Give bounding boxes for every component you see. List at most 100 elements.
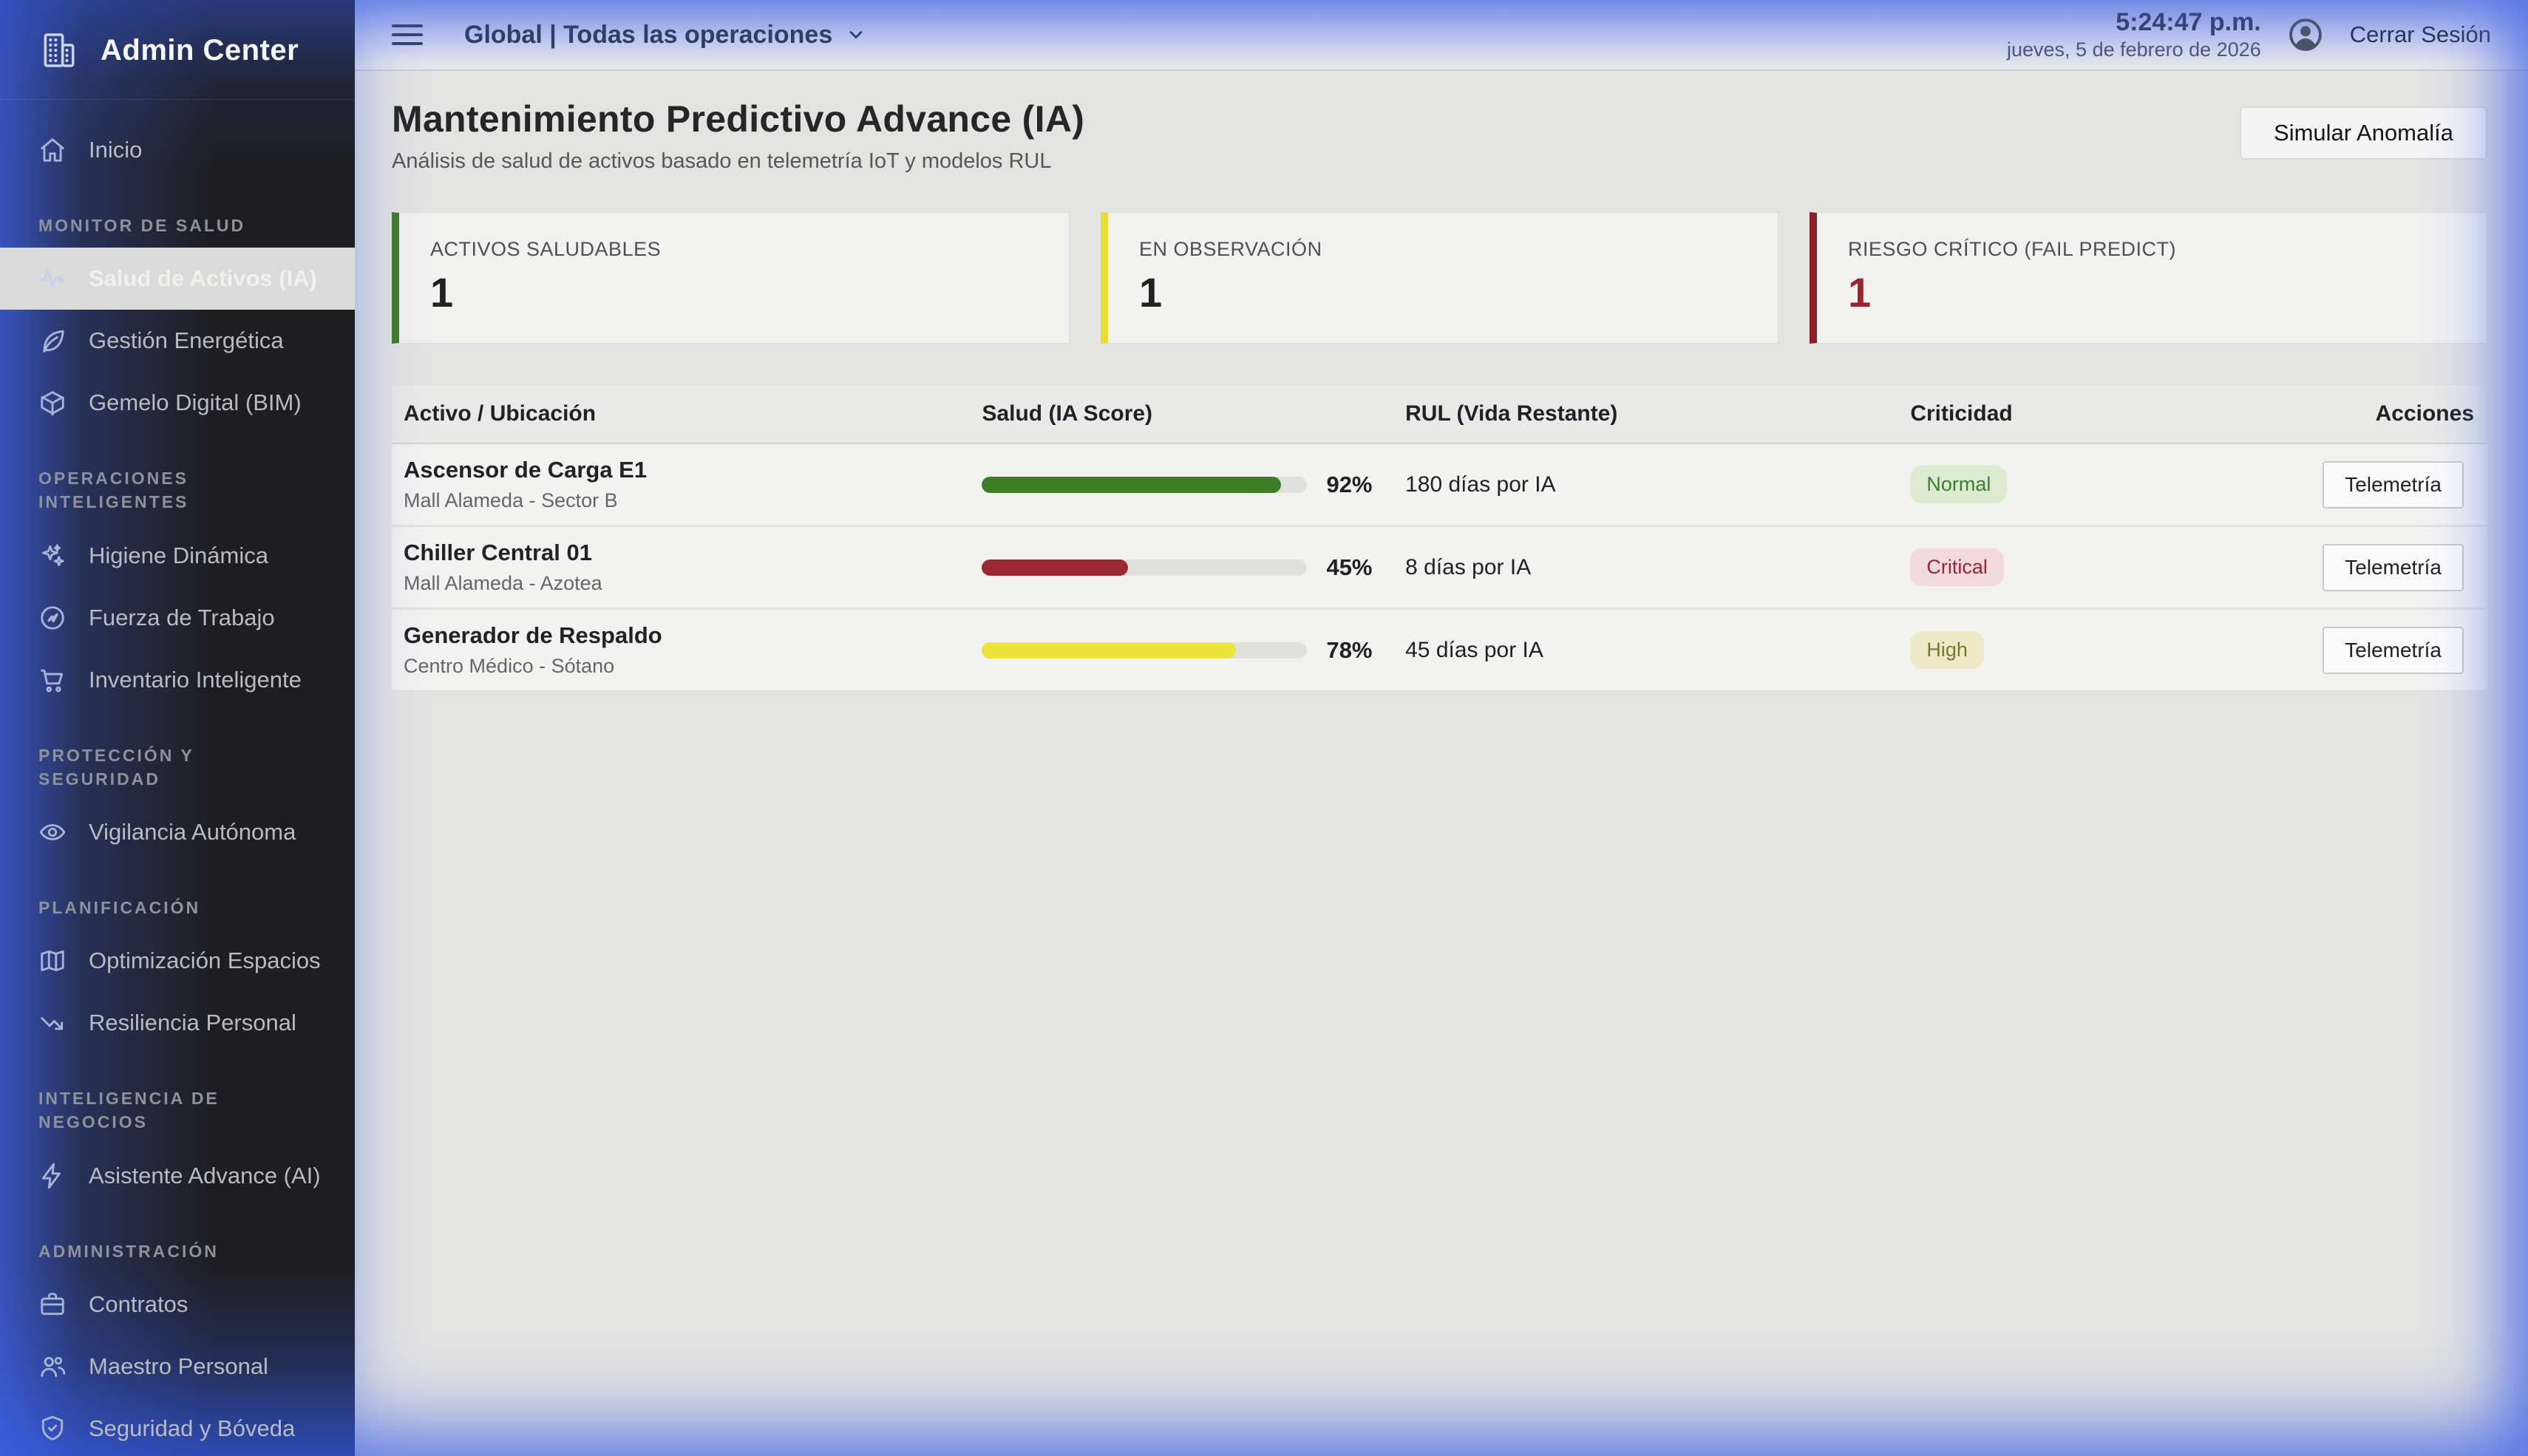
health-score: 78%: [1326, 637, 1372, 664]
page-subtitle: Análisis de salud de activos basado en t…: [392, 149, 1084, 174]
asset-name: Generador de Respaldo: [404, 622, 970, 649]
stat-label: RIESGO CRÍTICO (FAIL PREDICT): [1848, 238, 2456, 261]
rul-value: 45 días por IA: [1393, 638, 1898, 663]
sidebar-item-optimizacion-espacios[interactable]: Optimización Espacios: [0, 930, 355, 992]
sidebar-item-gemelo-digital[interactable]: Gemelo Digital (BIM): [0, 372, 355, 434]
topbar: Global | Todas las operaciones 5:24:47 p…: [355, 0, 2528, 71]
sidebar-item-label: Inventario Inteligente: [89, 667, 302, 693]
home-icon: [38, 136, 67, 164]
app-logo-row: Admin Center: [0, 0, 355, 100]
clock-date: jueves, 5 de febrero de 2026: [2007, 38, 2261, 63]
stat-cards: ACTIVOS SALUDABLES 1 EN OBSERVACIÓN 1 RI…: [392, 212, 2487, 344]
stat-value: 1: [430, 268, 1038, 316]
sidebar-section-planificacion: PLANIFICACIÓN: [38, 896, 282, 919]
column-header: Activo / Ubicación: [392, 401, 970, 426]
sidebar-section-operaciones-inteligentes: OPERACIONES INTELIGENTES: [38, 466, 282, 514]
telemetry-button[interactable]: Telemetría: [2323, 544, 2464, 591]
clock: 5:24:47 p.m. jueves, 5 de febrero de 202…: [2007, 7, 2261, 63]
column-header: RUL (Vida Restante): [1393, 401, 1898, 426]
sidebar-nav: Inicio MONITOR DE SALUD Salud de Activos…: [0, 100, 355, 1456]
sidebar-section-inteligencia-de-negocios: INTELIGENCIA DE NEGOCIOS: [38, 1086, 282, 1134]
sidebar-item-label: Resiliencia Personal: [89, 1010, 296, 1036]
health-bar: [982, 559, 1307, 576]
sidebar-item-gestion-energetica[interactable]: Gestión Energética: [0, 310, 355, 372]
app-title: Admin Center: [101, 34, 299, 67]
sidebar-item-inicio[interactable]: Inicio: [0, 119, 355, 181]
context-switcher[interactable]: Global | Todas las operaciones: [464, 21, 866, 50]
sidebar-item-label: Inicio: [89, 137, 142, 163]
sidebar-item-label: Gestión Energética: [89, 327, 284, 354]
sidebar-item-label: Higiene Dinámica: [89, 542, 268, 569]
sidebar-section-administracion: ADMINISTRACIÓN: [38, 1239, 282, 1263]
stat-card-critical-risk: RIESGO CRÍTICO (FAIL PREDICT) 1: [1810, 212, 2487, 344]
page-head: Mantenimiento Predictivo Advance (IA) An…: [392, 98, 2487, 174]
asset-location: Mall Alameda - Azotea: [404, 572, 970, 595]
content: Mantenimiento Predictivo Advance (IA) An…: [355, 71, 2528, 693]
telemetry-button[interactable]: Telemetría: [2323, 461, 2464, 508]
cart-icon: [38, 666, 67, 694]
health-score: 45%: [1326, 554, 1372, 581]
sidebar-item-label: Gemelo Digital (BIM): [89, 389, 302, 416]
health-bar-fill: [982, 477, 1281, 493]
sidebar-item-label: Vigilancia Autónoma: [89, 819, 296, 846]
stat-card-healthy: ACTIVOS SALUDABLES 1: [392, 212, 1070, 344]
rul-value: 180 días por IA: [1393, 472, 1898, 497]
sidebar-item-salud-de-activos[interactable]: Salud de Activos (IA): [0, 248, 355, 310]
health-bar: [982, 477, 1307, 493]
sidebar-item-higiene-dinamica[interactable]: Higiene Dinámica: [0, 525, 355, 587]
sidebar-item-fuerza-de-trabajo[interactable]: Fuerza de Trabajo: [0, 587, 355, 649]
sidebar-section-proteccion-y-seguridad: PROTECCIÓN Y SEGURIDAD: [38, 744, 282, 791]
eye-icon: [38, 818, 67, 846]
stat-label: EN OBSERVACIÓN: [1139, 238, 1747, 261]
briefcase-icon: [38, 1290, 67, 1319]
rul-value: 8 días por IA: [1393, 555, 1898, 580]
column-header: Acciones: [2297, 401, 2487, 426]
stat-value: 1: [1139, 268, 1747, 316]
sidebar-item-label: Seguridad y Bóveda: [89, 1415, 295, 1442]
sidebar-item-label: Asistente Advance (AI): [89, 1163, 321, 1189]
sidebar-item-resiliencia-personal[interactable]: Resiliencia Personal: [0, 992, 355, 1054]
stat-card-observation: EN OBSERVACIÓN 1: [1101, 212, 1778, 344]
chevron-down-icon: [846, 24, 866, 45]
sidebar-item-label: Optimización Espacios: [89, 948, 321, 974]
sidebar-item-maestro-personal[interactable]: Maestro Personal: [0, 1336, 355, 1398]
sidebar-item-label: Fuerza de Trabajo: [89, 605, 275, 631]
sidebar-item-asistente-advance[interactable]: Asistente Advance (AI): [0, 1145, 355, 1207]
main-area: Global | Todas las operaciones 5:24:47 p…: [355, 0, 2528, 1456]
leaf-icon: [38, 327, 67, 355]
context-label: Global | Todas las operaciones: [464, 21, 832, 50]
asset-location: Centro Médico - Sótano: [404, 655, 970, 678]
sidebar-item-vigilancia-autonoma[interactable]: Vigilancia Autónoma: [0, 801, 355, 863]
table-header: Activo / Ubicación Salud (IA Score) RUL …: [392, 385, 2487, 444]
sidebar-section-monitor-de-salud: MONITOR DE SALUD: [38, 214, 282, 237]
sidebar-item-seguridad-y-boveda[interactable]: Seguridad y Bóveda: [0, 1398, 355, 1456]
pulse-icon: [38, 265, 67, 293]
column-header: Criticidad: [1898, 401, 2297, 426]
status-badge: Critical: [1910, 548, 2004, 586]
health-bar-fill: [982, 559, 1128, 576]
stat-value: 1: [1848, 268, 2456, 316]
avatar[interactable]: [2286, 16, 2325, 54]
health-score: 92%: [1326, 472, 1372, 498]
table-row: Ascensor de Carga E1 Mall Alameda - Sect…: [392, 444, 2487, 527]
sidebar-item-inventario-inteligente[interactable]: Inventario Inteligente: [0, 649, 355, 711]
menu-icon[interactable]: [392, 24, 423, 45]
asset-name: Ascensor de Carga E1: [404, 457, 970, 483]
sidebar-item-contratos[interactable]: Contratos: [0, 1273, 355, 1336]
health-bar-fill: [982, 642, 1235, 659]
table-row: Chiller Central 01 Mall Alameda - Azotea…: [392, 527, 2487, 610]
logout-button[interactable]: Cerrar Sesión: [2350, 21, 2491, 48]
cube-icon: [38, 389, 67, 417]
clock-time: 5:24:47 p.m.: [2007, 7, 2261, 38]
sparkles-icon: [38, 542, 67, 570]
simulate-anomaly-button[interactable]: Simular Anomalía: [2240, 106, 2487, 160]
bolt-icon: [38, 1162, 67, 1190]
assets-table: Activo / Ubicación Salud (IA Score) RUL …: [392, 385, 2487, 693]
status-badge: Normal: [1910, 466, 2007, 503]
column-header: Salud (IA Score): [970, 401, 1393, 426]
sidebar-item-label: Contratos: [89, 1291, 188, 1318]
table-row: Generador de Respaldo Centro Médico - Só…: [392, 610, 2487, 693]
sidebar-item-label: Maestro Personal: [89, 1353, 268, 1380]
telemetry-button[interactable]: Telemetría: [2323, 627, 2464, 674]
trend-down-icon: [38, 1009, 67, 1037]
